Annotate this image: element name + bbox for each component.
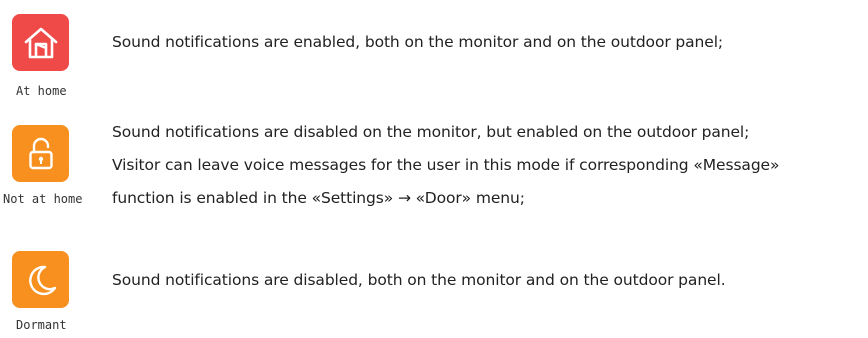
- mode-label: Dormant: [16, 318, 67, 332]
- mode-description-line: function is enabled in the «Settings» → …: [112, 189, 525, 207]
- mode-description-line: Sound notifications are disabled on the …: [112, 123, 750, 141]
- moon-icon: [12, 251, 69, 308]
- mode-label: At home: [16, 84, 67, 98]
- mode-description-line: Sound notifications are enabled, both on…: [112, 33, 724, 51]
- mode-description-line: Visitor can leave voice messages for the…: [112, 156, 780, 174]
- home-icon: [12, 14, 69, 71]
- mode-description-line: Sound notifications are disabled, both o…: [112, 271, 726, 289]
- mode-label: Not at home: [3, 192, 83, 206]
- unlocked-padlock-icon: [12, 125, 69, 182]
